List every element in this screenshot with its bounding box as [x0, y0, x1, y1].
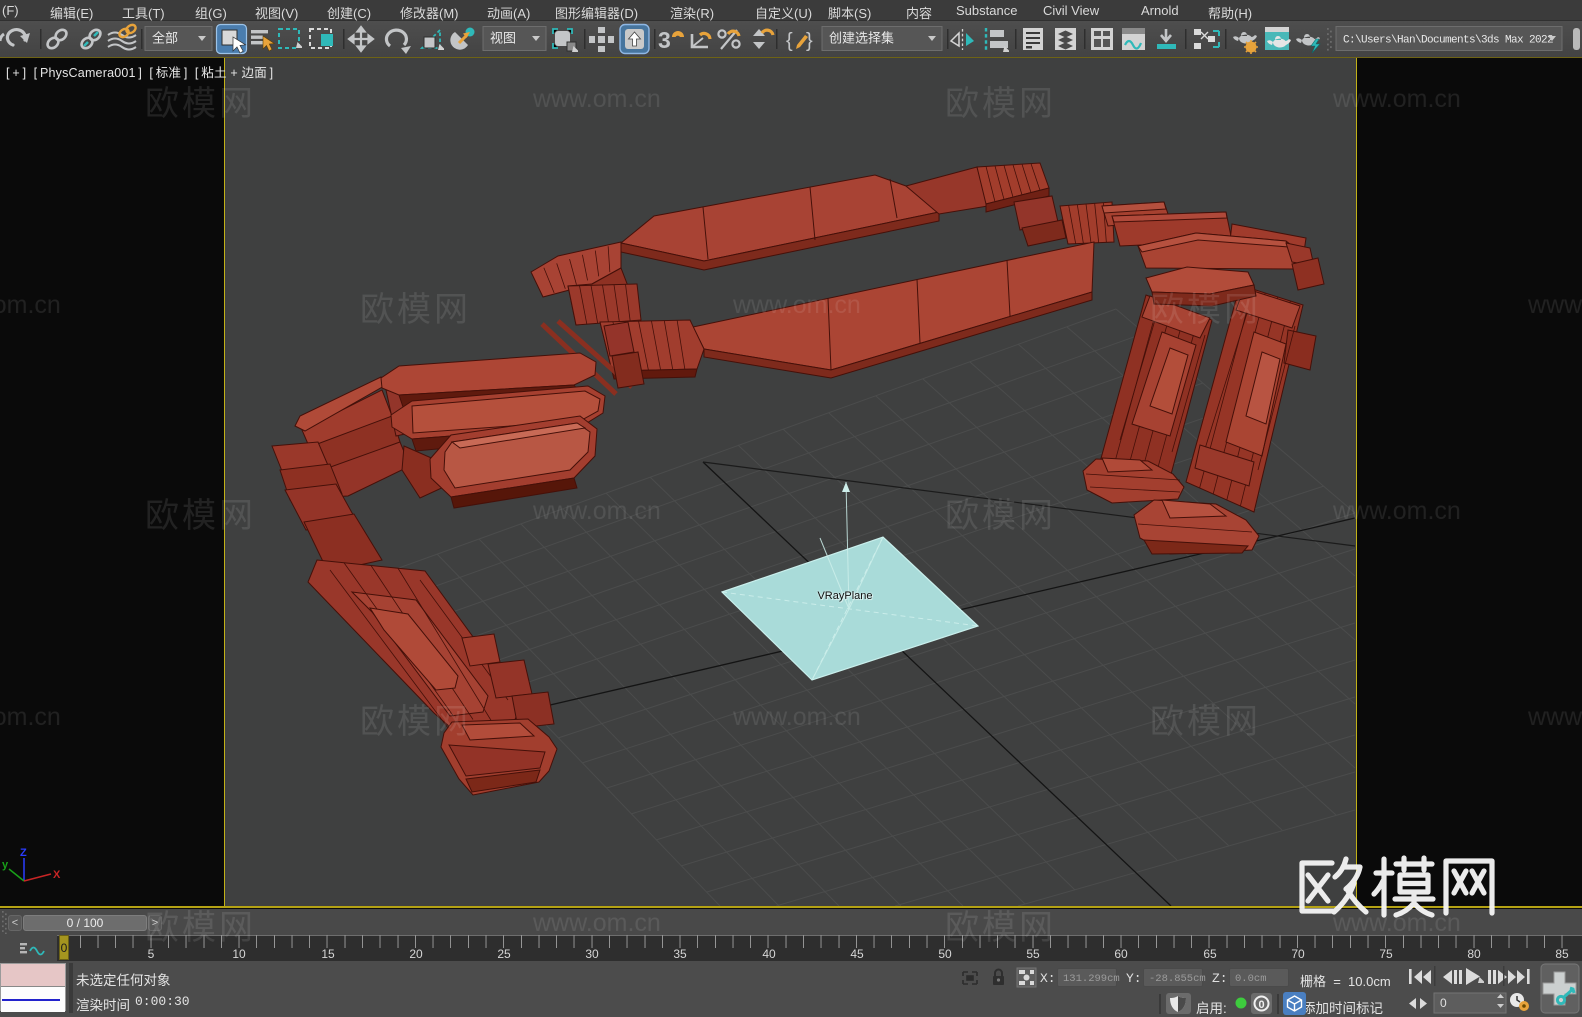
svg-text:0: 0 — [1440, 996, 1447, 1010]
svg-text:全部: 全部 — [152, 31, 178, 46]
svg-text:0: 0 — [1259, 999, 1265, 1011]
svg-text:}: } — [806, 30, 813, 52]
svg-text:视图: 视图 — [490, 31, 516, 46]
svg-text:创建选择集: 创建选择集 — [829, 31, 894, 46]
svg-text:3: 3 — [658, 27, 671, 53]
svg-text:{: { — [786, 30, 793, 52]
svg-text:C:\Users\Han\Documents\3ds Max: C:\Users\Han\Documents\3ds Max 2022 — [1343, 35, 1553, 47]
